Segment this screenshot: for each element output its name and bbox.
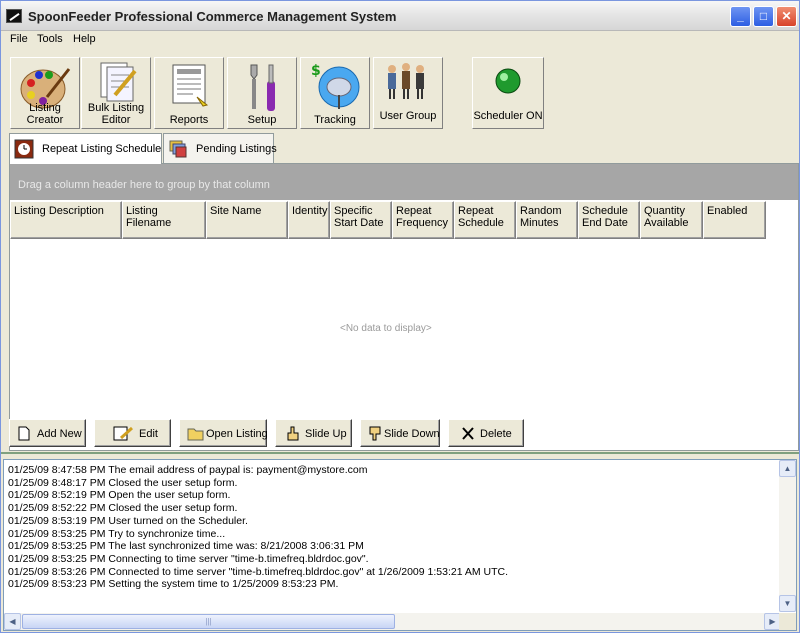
log-line: 01/25/09 8:53:23 PM Setting the system t…: [8, 578, 339, 591]
tab-repeat-listing-schedule[interactable]: Repeat Listing Schedule: [9, 133, 162, 164]
menu-file[interactable]: File: [10, 33, 28, 45]
reports-label: Reports: [169, 114, 209, 126]
edit-label: Edit: [139, 428, 158, 440]
open-folder-icon: [187, 428, 204, 441]
slide-down-label: Slide Down: [384, 428, 440, 440]
column-header[interactable]: Random Minutes: [516, 201, 578, 239]
horizontal-scroll-thumb[interactable]: |||: [22, 614, 395, 629]
people-icon: [388, 63, 424, 99]
stacked-files-icon: [169, 140, 187, 158]
tools-icon: [250, 64, 275, 111]
setup-label: Setup: [247, 114, 277, 126]
new-document-icon: [18, 426, 30, 441]
open-listing-button[interactable]: Open Listing: [179, 419, 268, 447]
scheduler-label: Scheduler ON: [473, 110, 543, 122]
menu-help[interactable]: Help: [73, 33, 96, 45]
scroll-left-arrow-icon[interactable]: ◀: [4, 613, 21, 630]
log-lines: 01/25/09 8:47:58 PM The email address of…: [8, 464, 508, 591]
tracking-button[interactable]: $ Tracking: [300, 57, 370, 129]
satellite-dish-icon: $: [311, 63, 360, 109]
setup-button[interactable]: Setup: [227, 57, 297, 129]
add-new-label: Add New: [37, 428, 82, 440]
delete-button[interactable]: Delete: [448, 419, 524, 447]
log-line: 01/25/09 8:47:58 PM The email address of…: [8, 464, 368, 476]
resize-grip-icon[interactable]: [779, 613, 796, 630]
log-line: 01/25/09 8:53:26 PM Connected to time se…: [8, 565, 509, 578]
log-line: 01/25/09 8:52:19 PM Open the user setup …: [8, 489, 231, 502]
reports-button[interactable]: Reports: [154, 57, 224, 129]
log-horizontal-scrollbar[interactable]: ◀ ||| ▶: [4, 613, 781, 630]
tracking-label: Tracking: [314, 114, 356, 126]
tab-pending-listings-label: Pending Listings: [196, 143, 277, 155]
bulk-listing-editor-button[interactable]: Bulk Listing Editor: [81, 57, 151, 129]
activity-log[interactable]: 01/25/09 8:47:58 PM The email address of…: [3, 459, 797, 631]
scroll-down-arrow-icon[interactable]: ▼: [779, 595, 796, 612]
minimize-button[interactable]: _: [730, 6, 751, 27]
menu-tools[interactable]: Tools: [37, 33, 63, 45]
document-pencil-icon: [100, 62, 137, 102]
log-line: 01/25/09 8:48:17 PM Closed the user setu…: [8, 476, 238, 489]
hand-pointing-up-icon: [287, 426, 299, 441]
column-header[interactable]: Quantity Available: [640, 201, 703, 239]
log-line: 01/25/09 8:52:22 PM Closed the user setu…: [8, 502, 238, 515]
app-window: SpoonFeeder Professional Commerce Manage…: [0, 0, 800, 633]
column-header[interactable]: Identity: [288, 201, 330, 239]
user-group-button[interactable]: User Group: [373, 57, 443, 129]
log-line: 01/25/09 8:53:25 PM Connecting to time s…: [8, 552, 369, 565]
slide-up-button[interactable]: Slide Up: [275, 419, 352, 447]
app-icon: [6, 9, 22, 23]
column-header[interactable]: Schedule End Date: [578, 201, 640, 239]
user-group-label: User Group: [379, 110, 437, 122]
schedule-grid: Drag a column header here to group by th…: [9, 163, 799, 451]
action-bar: Add New Edit Open Listing Slide Up Slide…: [9, 419, 799, 449]
delete-label: Delete: [480, 428, 512, 440]
title-bar[interactable]: SpoonFeeder Professional Commerce Manage…: [1, 1, 799, 31]
scroll-up-arrow-icon[interactable]: ▲: [779, 460, 796, 477]
listing-creator-label: Listing Creator: [26, 102, 64, 126]
delete-x-icon: [462, 427, 474, 440]
svg-text:$: $: [311, 63, 321, 79]
listing-creator-button[interactable]: Listing Creator: [10, 57, 80, 129]
hand-pointing-down-icon: [369, 426, 381, 441]
tab-repeat-listing-schedule-label: Repeat Listing Schedule: [42, 143, 162, 155]
clock-icon: [14, 139, 34, 159]
close-button[interactable]: ✕: [776, 6, 797, 27]
slide-up-label: Slide Up: [305, 428, 347, 440]
edit-button[interactable]: Edit: [94, 419, 171, 447]
window-title: SpoonFeeder Professional Commerce Manage…: [28, 9, 397, 24]
open-listing-label: Open Listing: [206, 428, 268, 440]
column-header[interactable]: Site Name: [206, 201, 288, 239]
menu-bar: File Tools Help: [1, 31, 799, 49]
edit-document-icon: [113, 426, 133, 441]
column-header[interactable]: Repeat Schedule: [454, 201, 516, 239]
green-light-icon: [495, 68, 521, 94]
add-new-button[interactable]: Add New: [9, 419, 86, 447]
column-header[interactable]: Listing Description: [10, 201, 122, 239]
column-header[interactable]: Specific Start Date: [330, 201, 392, 239]
slide-down-button[interactable]: Slide Down: [360, 419, 440, 447]
bulk-listing-editor-label: Bulk Listing Editor: [87, 102, 145, 126]
log-line: 01/25/09 8:53:25 PM The last synchronize…: [8, 540, 364, 553]
column-header[interactable]: Enabled: [703, 201, 766, 239]
report-icon: [172, 64, 209, 107]
log-line: 01/25/09 8:53:19 PM User turned on the S…: [8, 514, 248, 527]
log-vertical-scrollbar[interactable]: ▲ ▼: [779, 460, 796, 612]
column-header[interactable]: Listing Filename: [122, 201, 206, 239]
scheduler-button[interactable]: Scheduler ON: [472, 57, 544, 129]
group-by-area[interactable]: Drag a column header here to group by th…: [10, 164, 798, 200]
log-line: 01/25/09 8:53:25 PM Try to synchronize t…: [8, 527, 226, 540]
tab-pending-listings[interactable]: Pending Listings: [163, 133, 277, 163]
maximize-button[interactable]: □: [753, 6, 774, 27]
empty-grid-message: <No data to display>: [340, 323, 432, 334]
group-by-hint: Drag a column header here to group by th…: [18, 179, 270, 191]
column-header[interactable]: Repeat Frequency: [392, 201, 454, 239]
